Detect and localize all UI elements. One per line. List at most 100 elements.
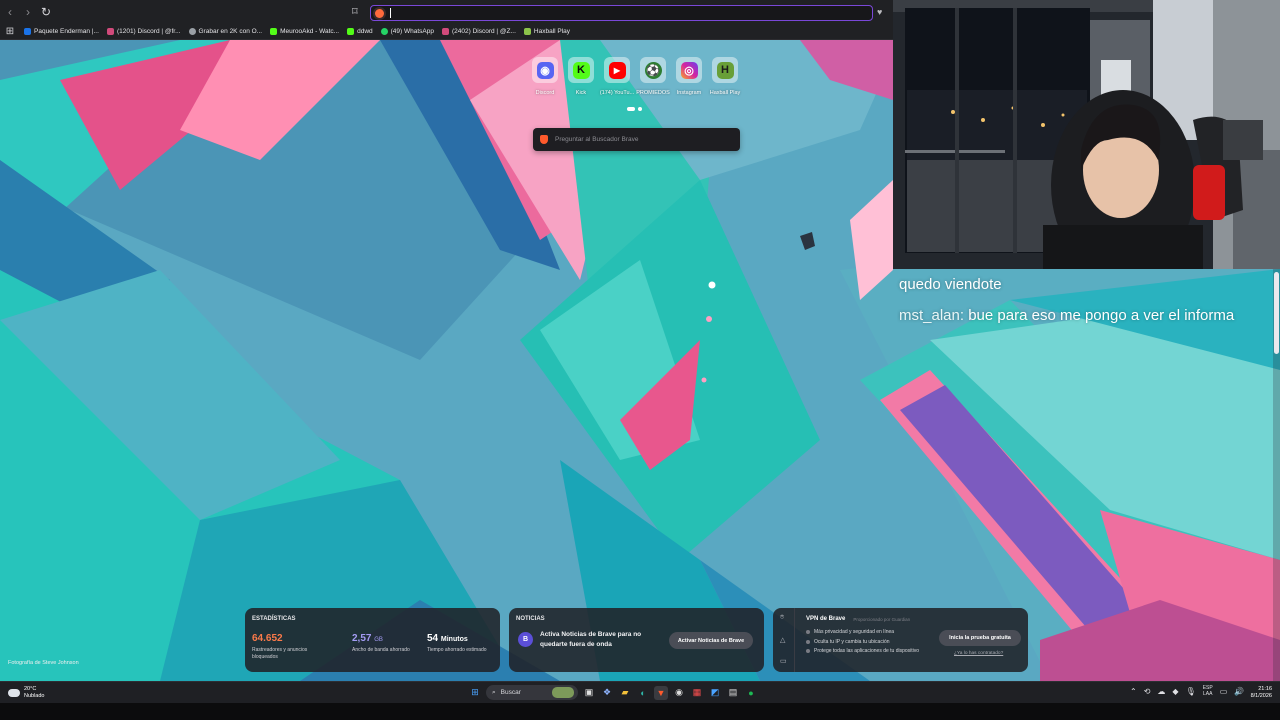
location-icon[interactable]: ⌾ (780, 614, 788, 622)
site-tile: K (568, 57, 594, 83)
search-highlight-icon (552, 687, 574, 698)
bookmarks-bar: ⊞ Paquete Enderman |... (1201) Discord |… (0, 24, 893, 40)
discord-icon: ◉ (536, 61, 554, 79)
browser-toolbar: ‹ › ↻ ⌑ ♥ (0, 0, 893, 24)
youtube-icon: ▶ (608, 61, 626, 79)
address-input[interactable] (391, 7, 851, 19)
stat-bandwidth: 2,57 GB Ancho de banda ahorrado (352, 633, 414, 654)
editor-icon[interactable]: ◩ (708, 686, 722, 700)
site-label: Instagram (676, 90, 702, 96)
language-indicator[interactable]: ESP LAA (1203, 685, 1213, 697)
widget-rail: ⌾ △ ▭ (773, 608, 795, 672)
top-site-instagram[interactable]: ◎ Instagram (674, 57, 704, 96)
bookmark-item[interactable]: Paquete Enderman |... (24, 28, 99, 35)
activate-news-button[interactable]: Activar Noticias de Brave (669, 632, 753, 649)
cloud-icon (8, 688, 20, 697)
warning-icon[interactable]: △ (780, 636, 788, 644)
windows-start-icon[interactable]: ⊞ (468, 686, 482, 700)
clock-date: 8/1/2026 (1250, 693, 1272, 700)
bookmark-item[interactable]: Grabar en 2K con O... (188, 28, 262, 35)
brave-lion-icon (540, 135, 548, 144)
brave-news-icon: B (518, 632, 533, 647)
time-value: 54 (427, 633, 439, 644)
bookmark-item[interactable]: MeurooAkd - Watc... (270, 28, 339, 35)
chat-message: mst_alan: bue para eso me pongo a ver el… (899, 307, 1234, 324)
taskbar-search-label: Buscar (500, 689, 521, 696)
scrollbar-thumb[interactable] (1274, 272, 1279, 354)
time-unit: Minutos (440, 636, 468, 643)
trackers-desc: Rastreadores y anuncios bloqueados (252, 647, 308, 660)
file-explorer-icon[interactable]: ▰ (618, 686, 632, 700)
apps-grid-icon[interactable]: ⊞ (4, 26, 16, 38)
favicon (106, 28, 114, 35)
shield-icon[interactable]: ◆ (1172, 687, 1178, 696)
bookmark-item[interactable]: ddwd (347, 28, 373, 35)
calendar-app-icon[interactable]: ▦ (690, 686, 704, 700)
bookmark-item[interactable]: Haxball Play (523, 28, 570, 35)
bookmark-item[interactable]: (2402) Discord | @Z... (442, 28, 516, 35)
bandwidth-unit: GB (374, 637, 383, 643)
chevron-up-icon[interactable]: ⌃ (1130, 687, 1137, 696)
network-app-icon[interactable]: ⟲ (1144, 687, 1151, 696)
webcam-feed (893, 0, 1280, 269)
taskbar-search[interactable]: ⌕ Buscar (486, 685, 578, 700)
task-view-icon[interactable]: ▣ (582, 686, 596, 700)
vpn-title: VPN de Brave (806, 616, 846, 622)
reload-icon[interactable]: ↻ (38, 4, 54, 20)
letterbox-bar (0, 703, 1280, 720)
edge-icon[interactable]: ◐ (636, 686, 650, 700)
brave-search-box[interactable]: Preguntar al Buscador Brave (533, 128, 740, 151)
notepad-icon[interactable]: ▤ (726, 686, 740, 700)
forward-icon[interactable]: › (20, 4, 36, 20)
top-sites-pager[interactable] (627, 107, 642, 111)
clock-time: 21:16 (1258, 686, 1272, 692)
bookmark-page-icon[interactable]: ⌑ (352, 5, 364, 19)
brave-icon[interactable]: ▼ (654, 685, 668, 700)
news-title: NOTICIAS (516, 616, 545, 622)
stat-trackers: 64.652 Rastreadores y anuncios bloqueado… (252, 633, 314, 661)
bookmark-item[interactable]: (1201) Discord | @fr... (106, 28, 181, 35)
search-placeholder: Preguntar al Buscador Brave (555, 136, 639, 143)
widgets-icon[interactable]: ❖ (600, 686, 614, 700)
site-label: Kick (575, 90, 587, 96)
already-purchased-link[interactable]: ¿Ya lo has contratado? (954, 651, 1003, 656)
top-site-haxball[interactable]: H Haxball Play (710, 57, 740, 96)
back-icon[interactable]: ‹ (2, 4, 18, 20)
vpn-features: Más privacidad y seguridad en línea Ocul… (806, 629, 919, 658)
obs-icon[interactable]: ◉ (672, 686, 686, 700)
chat-icon[interactable]: ▭ (780, 657, 788, 665)
top-site-promiedos[interactable]: ⚽ PROMIEDOS (636, 57, 670, 96)
pager-dot[interactable] (638, 107, 642, 111)
brave-shield-icon[interactable] (375, 8, 384, 18)
instagram-icon: ◎ (680, 61, 698, 79)
pager-dot-active[interactable] (627, 107, 635, 111)
windows-taskbar: 20°C Nublado ⊞ ⌕ Buscar ▣ ❖ ▰ ◐ ▼ ◉ ▦ ◩ ▤… (0, 681, 1280, 703)
top-site-discord[interactable]: ◉ Discord (530, 57, 560, 96)
address-bar[interactable] (370, 5, 873, 21)
start-trial-button[interactable]: Inicia la prueba gratuita (939, 630, 1021, 646)
site-label: Discord (535, 90, 555, 96)
bandwidth-value: 2,57 (352, 633, 372, 644)
wallet-icon[interactable]: ♥ (877, 7, 887, 17)
weather-temp: 20°C (24, 686, 37, 692)
weather-widget[interactable]: 20°C Nublado (8, 686, 45, 699)
microphone-icon[interactable]: 🎙 (1186, 687, 1196, 696)
top-sites: ◉ Discord K Kick ▶ (174) YouTu... ⚽ PROM… (530, 57, 740, 96)
top-site-youtube[interactable]: ▶ (174) YouTu... (600, 57, 634, 96)
top-site-kick[interactable]: K Kick (566, 57, 596, 96)
bookmark-item[interactable]: (49) WhatsApp (380, 28, 434, 35)
news-text: Activa Noticias de Brave para no quedart… (540, 631, 642, 649)
system-tray: ⌃ ⟲ ☁ ◆ 🎙 ESP LAA ▭ 🔊 (1130, 685, 1244, 697)
vpn-feature: Oculta tu IP y cambia tu ubicación (806, 639, 919, 645)
taskbar-clock[interactable]: 21:16 8/1/2026 (1238, 686, 1272, 700)
site-tile: ◉ (532, 57, 558, 83)
site-label: Haxball Play (709, 90, 741, 96)
monitor-icon[interactable]: ▭ (1220, 687, 1228, 696)
spotify-icon[interactable]: ● (744, 686, 758, 700)
news-widget: NOTICIAS B Activa Noticias de Brave para… (509, 608, 764, 672)
photo-credit[interactable]: Fotografía de Steve Johnson (8, 660, 79, 666)
onedrive-icon[interactable]: ☁ (1157, 687, 1165, 696)
vpn-feature: Más privacidad y seguridad en línea (806, 629, 919, 635)
kick-icon: K (572, 61, 590, 79)
site-label: PROMIEDOS (636, 90, 670, 96)
